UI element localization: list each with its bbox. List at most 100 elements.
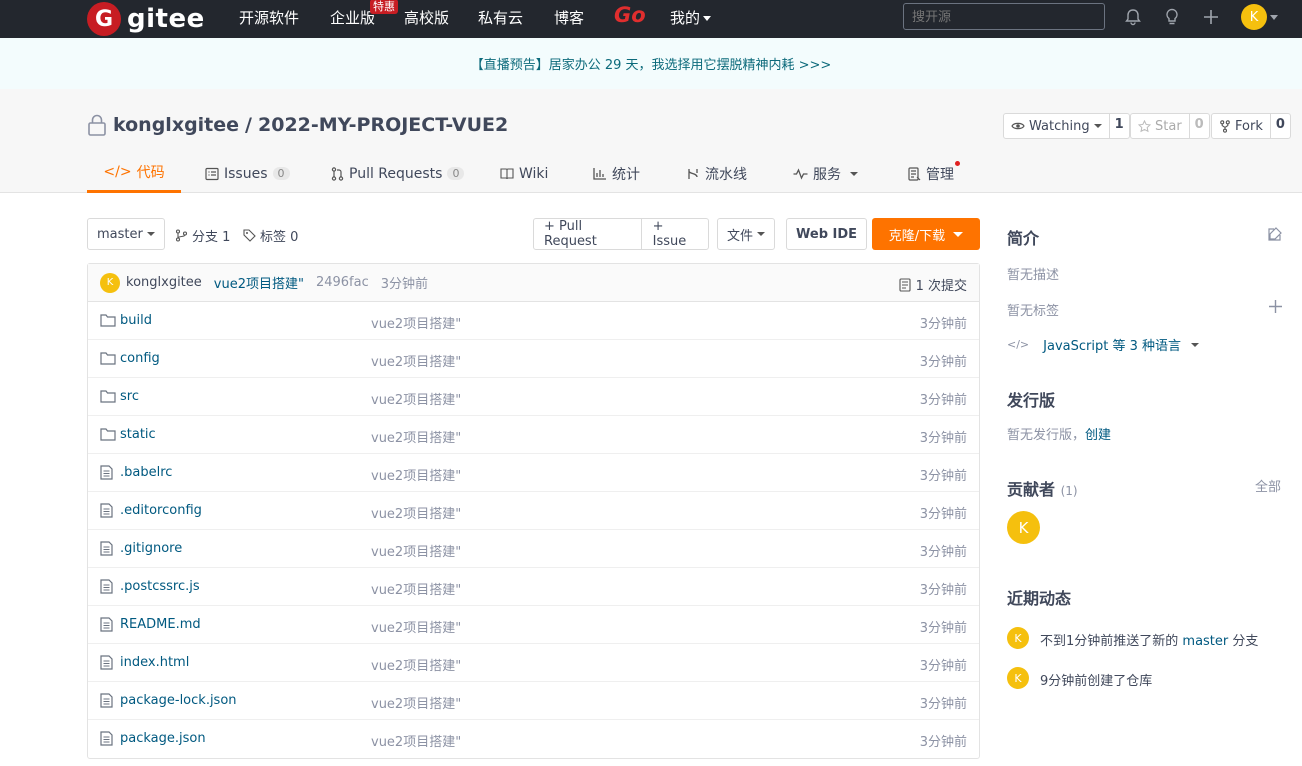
file-commit-message[interactable]: vue2项目搭建" bbox=[371, 427, 461, 446]
commit-hash[interactable]: 2496fac bbox=[316, 275, 369, 290]
folder-icon bbox=[100, 389, 116, 405]
file-row[interactable]: .postcssrc.js vue2项目搭建" 3分钟前 bbox=[88, 568, 979, 606]
add-tag-icon[interactable] bbox=[1268, 299, 1283, 318]
file-commit-message[interactable]: vue2项目搭建" bbox=[371, 541, 461, 560]
file-commit-message[interactable]: vue2项目搭建" bbox=[371, 617, 461, 636]
file-menu-button[interactable]: 文件 bbox=[717, 218, 776, 250]
file-name[interactable]: config bbox=[120, 351, 160, 366]
file-commit-message[interactable]: vue2项目搭建" bbox=[371, 579, 461, 598]
release-info: 暂无发行版，创建 bbox=[1007, 424, 1111, 443]
file-commit-message[interactable]: vue2项目搭建" bbox=[371, 313, 461, 332]
user-menu-chevron-icon[interactable] bbox=[1270, 15, 1278, 20]
star-button-group: Star 0 bbox=[1130, 113, 1210, 139]
file-commit-message[interactable]: vue2项目搭建" bbox=[371, 655, 461, 674]
edit-icon[interactable] bbox=[1267, 226, 1283, 246]
tab-pull-requests[interactable]: Pull Requests 0 bbox=[331, 154, 465, 193]
project-name[interactable]: 2022-MY-PROJECT-VUE2 bbox=[258, 114, 508, 136]
file-name[interactable]: static bbox=[120, 427, 156, 442]
file-name[interactable]: package-lock.json bbox=[120, 693, 237, 708]
create-release-link[interactable]: 创建 bbox=[1085, 428, 1111, 443]
star-button[interactable]: Star bbox=[1131, 114, 1190, 138]
announcement-banner[interactable]: 【直播预告】居家办公 29 天，我选择用它摆脱精神内耗 >>> bbox=[0, 38, 1302, 89]
project-owner[interactable]: konglxgitee bbox=[113, 114, 239, 136]
file-row[interactable]: README.md vue2项目搭建" 3分钟前 bbox=[88, 606, 979, 644]
file-row[interactable]: config vue2项目搭建" 3分钟前 bbox=[88, 340, 979, 378]
tab-service[interactable]: 服务 bbox=[793, 154, 858, 193]
notification-bell-icon[interactable] bbox=[1122, 6, 1144, 28]
file-name[interactable]: package.json bbox=[120, 731, 206, 746]
tab-wiki-label: Wiki bbox=[519, 165, 549, 182]
file-icon bbox=[100, 465, 116, 481]
file-name[interactable]: index.html bbox=[120, 655, 189, 670]
plus-icon[interactable] bbox=[1200, 6, 1222, 28]
file-row[interactable]: .gitignore vue2项目搭建" 3分钟前 bbox=[88, 530, 979, 568]
gitee-logo[interactable]: G gitee bbox=[87, 2, 205, 36]
language-link[interactable]: </> JavaScript 等 3 种语言 bbox=[1007, 335, 1199, 354]
nav-go[interactable]: Go bbox=[614, 3, 646, 27]
file-row[interactable]: package.json vue2项目搭建" 3分钟前 bbox=[88, 720, 979, 758]
branches-link[interactable]: 分支 1 bbox=[175, 226, 230, 245]
file-row[interactable]: index.html vue2项目搭建" 3分钟前 bbox=[88, 644, 979, 682]
tab-stats[interactable]: 统计 bbox=[593, 154, 640, 193]
nav-university[interactable]: 高校版 bbox=[404, 7, 449, 28]
nav-private-cloud[interactable]: 私有云 bbox=[478, 7, 523, 28]
user-avatar[interactable]: K bbox=[1241, 4, 1267, 30]
file-row[interactable]: package-lock.json vue2项目搭建" 3分钟前 bbox=[88, 682, 979, 720]
commit-message[interactable]: vue2项目搭建" bbox=[214, 273, 304, 292]
tab-issues[interactable]: Issues 0 bbox=[205, 154, 290, 193]
watch-count[interactable]: 1 bbox=[1110, 114, 1129, 138]
file-row[interactable]: .babelrc vue2项目搭建" 3分钟前 bbox=[88, 454, 979, 492]
file-name[interactable]: .gitignore bbox=[120, 541, 182, 556]
file-name[interactable]: src bbox=[120, 389, 139, 404]
activity-avatar[interactable]: K bbox=[1007, 627, 1029, 649]
file-row[interactable]: src vue2项目搭建" 3分钟前 bbox=[88, 378, 979, 416]
new-issue-button[interactable]: + Issue bbox=[642, 219, 708, 249]
fork-button[interactable]: Fork bbox=[1212, 114, 1271, 138]
file-name[interactable]: build bbox=[120, 313, 152, 328]
web-ide-button[interactable]: Web IDE bbox=[786, 218, 868, 250]
branch-select[interactable]: master bbox=[87, 218, 165, 250]
commit-author[interactable]: konglxgitee bbox=[126, 275, 202, 290]
file-commit-message[interactable]: vue2项目搭建" bbox=[371, 693, 461, 712]
lightbulb-icon[interactable] bbox=[1161, 6, 1183, 28]
tab-code[interactable]: </> 代码 bbox=[87, 154, 181, 193]
file-name[interactable]: README.md bbox=[120, 617, 201, 632]
file-icon bbox=[100, 655, 116, 671]
file-commit-message[interactable]: vue2项目搭建" bbox=[371, 731, 461, 750]
file-commit-message[interactable]: vue2项目搭建" bbox=[371, 465, 461, 484]
nav-open-source[interactable]: 开源软件 bbox=[239, 7, 299, 28]
fork-count[interactable]: 0 bbox=[1271, 114, 1290, 138]
watch-button[interactable]: Watching bbox=[1004, 114, 1110, 138]
contributors-all-link[interactable]: 全部 bbox=[1255, 476, 1281, 495]
tags-link[interactable]: 标签 0 bbox=[243, 226, 298, 245]
tag-icon bbox=[243, 229, 256, 242]
star-count[interactable]: 0 bbox=[1190, 114, 1209, 138]
latest-commit-bar: K konglxgitee vue2项目搭建" 2496fac 3分钟前 1 次… bbox=[88, 264, 979, 302]
contributor-avatar[interactable]: K bbox=[1007, 511, 1040, 544]
tab-pipeline[interactable]: 流水线 bbox=[686, 154, 747, 193]
file-name[interactable]: .editorconfig bbox=[120, 503, 202, 518]
file-row[interactable]: static vue2项目搭建" 3分钟前 bbox=[88, 416, 979, 454]
file-row[interactable]: build vue2项目搭建" 3分钟前 bbox=[88, 302, 979, 340]
nav-mine[interactable]: 我的 bbox=[670, 7, 712, 28]
activity-branch-link[interactable]: master bbox=[1182, 634, 1228, 649]
commit-author-avatar[interactable]: K bbox=[100, 272, 120, 293]
nav-blog[interactable]: 博客 bbox=[554, 7, 584, 28]
commit-count-link[interactable]: 1 次提交 bbox=[899, 275, 967, 294]
tab-code-label: 代码 bbox=[136, 165, 165, 181]
search-input[interactable] bbox=[903, 3, 1105, 30]
file-name[interactable]: .postcssrc.js bbox=[120, 579, 200, 594]
nav-enterprise[interactable]: 企业版 bbox=[330, 7, 375, 28]
file-icon bbox=[100, 579, 116, 595]
tab-wiki[interactable]: Wiki bbox=[500, 154, 548, 193]
clone-download-button[interactable]: 克隆/下载 bbox=[872, 218, 980, 250]
activity-avatar[interactable]: K bbox=[1007, 667, 1029, 689]
file-commit-message[interactable]: vue2项目搭建" bbox=[371, 351, 461, 370]
new-pull-request-button[interactable]: + Pull Request bbox=[534, 219, 642, 249]
file-row[interactable]: .editorconfig vue2项目搭建" 3分钟前 bbox=[88, 492, 979, 530]
file-name[interactable]: .babelrc bbox=[120, 465, 172, 480]
tab-manage[interactable]: 管理 bbox=[908, 154, 960, 193]
file-commit-message[interactable]: vue2项目搭建" bbox=[371, 389, 461, 408]
file-commit-message[interactable]: vue2项目搭建" bbox=[371, 503, 461, 522]
announcement-text[interactable]: 【直播预告】居家办公 29 天，我选择用它摆脱精神内耗 >>> bbox=[471, 54, 832, 73]
